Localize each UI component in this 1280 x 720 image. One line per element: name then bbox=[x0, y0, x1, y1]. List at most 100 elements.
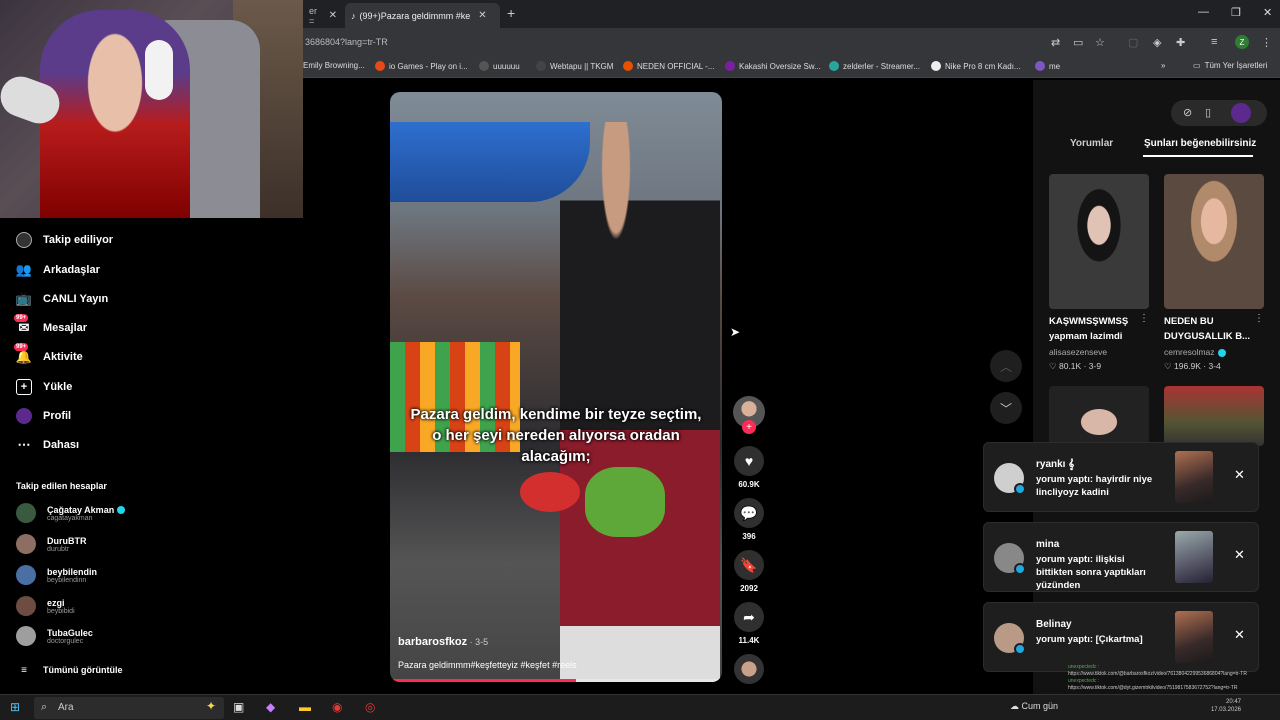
music-disc[interactable] bbox=[733, 654, 765, 684]
folder-icon: ▭ bbox=[1193, 61, 1201, 70]
bookmark-item[interactable]: uuuuuu bbox=[479, 61, 520, 71]
bookmark-item[interactable]: me bbox=[1035, 61, 1060, 71]
sidebar-item-friends[interactable]: 👥 Arkadaşlar bbox=[16, 262, 100, 278]
new-tab-button[interactable]: + bbox=[507, 5, 515, 21]
verified-icon bbox=[117, 506, 126, 515]
video-scene-person bbox=[560, 122, 720, 682]
suggested-video-thumbnail[interactable] bbox=[1049, 174, 1149, 309]
more-bookmarks-icon[interactable]: » bbox=[1161, 61, 1165, 70]
suggested-video-thumbnail[interactable] bbox=[1164, 386, 1264, 446]
cast-icon[interactable]: ▭ bbox=[1073, 36, 1083, 49]
heart-outline-icon: ♡ bbox=[1164, 361, 1174, 371]
account-item[interactable]: TubaGulec doctorgulec bbox=[16, 626, 93, 646]
account-item[interactable]: beybilendin beybilendinn bbox=[16, 565, 97, 585]
like-button[interactable]: ♥ 60.9K bbox=[733, 446, 765, 489]
bookmark-label: io Games - Play on i... bbox=[389, 61, 468, 71]
star-icon[interactable]: ☆ bbox=[1095, 36, 1105, 49]
menu-icon[interactable]: ⋮ bbox=[1261, 36, 1272, 49]
file-explorer-icon[interactable]: ▬ bbox=[299, 700, 311, 714]
suggested-video-user[interactable]: alisasezenseve bbox=[1049, 347, 1107, 357]
account-item[interactable]: ezgi beybibidi bbox=[16, 596, 75, 616]
share-button[interactable]: ➦ 11.4K bbox=[733, 602, 765, 645]
close-icon[interactable]: ✕ bbox=[1234, 547, 1245, 563]
sidebar-item-upload[interactable]: + Yükle bbox=[16, 379, 72, 395]
sidebar-item-activity[interactable]: 🔔 99+ Aktivite bbox=[14, 343, 83, 365]
bookmark-item[interactable]: Emily Browning... bbox=[303, 61, 365, 70]
shield-icon[interactable]: ◈ bbox=[1153, 36, 1161, 49]
compass-icon[interactable]: ⊘ bbox=[1183, 106, 1192, 119]
video-progress-bar[interactable] bbox=[390, 679, 722, 682]
sidebar-item-messages[interactable]: ✉ 99+ Mesajlar bbox=[14, 314, 87, 336]
see-all-link[interactable]: ≡ Tümünü görüntüle bbox=[16, 662, 122, 678]
bookmark-label: Nike Pro 8 cm Kadı... bbox=[945, 61, 1021, 71]
all-bookmarks-label: Tüm Yer İşaretleri bbox=[1204, 61, 1268, 70]
sidebar-item-following[interactable]: Takip ediliyor bbox=[16, 232, 113, 248]
avatar bbox=[16, 503, 36, 523]
tab-previous[interactable]: er = ✕ bbox=[303, 3, 343, 28]
previous-video-button[interactable]: ︿ bbox=[990, 350, 1022, 382]
comment-notification[interactable]: mina yorum yaptı: ilişkisi bittikten son… bbox=[983, 522, 1259, 592]
comment-notification[interactable]: Belinay yorum yaptı: [Çıkartma] ✕ bbox=[983, 602, 1259, 672]
suggested-video-title[interactable]: KAŞWMSŞWMSŞ yapmam lazimdi bbox=[1049, 314, 1149, 344]
sidebar-item-more[interactable]: ⋯ Dahası bbox=[16, 437, 80, 453]
close-icon[interactable]: ✕ bbox=[478, 10, 486, 21]
profile-avatar[interactable] bbox=[1231, 103, 1251, 123]
bookmark-item[interactable]: Webtapu || TKGM bbox=[536, 61, 613, 71]
chat-message: https://www.tiktok.com/@barbarosfkoz/vid… bbox=[1068, 671, 1247, 677]
bookmark-item[interactable]: Nike Pro 8 cm Kadı... bbox=[931, 61, 1021, 71]
task-view-icon[interactable]: ▣ bbox=[233, 700, 244, 714]
account-item[interactable]: Çağatay Akman cagatayakman bbox=[16, 503, 126, 523]
tab-active[interactable]: ♪ (99+)Pazara geldimmm #ke ✕ bbox=[345, 3, 500, 28]
windows-start-icon[interactable]: ⊞ bbox=[10, 700, 20, 714]
all-bookmarks[interactable]: ▭ Tüm Yer İşaretleri bbox=[1193, 61, 1267, 70]
share-count: 11.4K bbox=[738, 636, 760, 645]
sidebar-item-live[interactable]: 📺 CANLI Yayın bbox=[16, 291, 108, 307]
close-icon[interactable]: ✕ bbox=[1234, 627, 1245, 643]
taskbar-search[interactable]: ⌕ Ara ✦ bbox=[34, 697, 224, 719]
suggested-likes: 196.9K bbox=[1173, 361, 1201, 371]
follow-plus-icon[interactable]: + bbox=[742, 420, 756, 434]
url-field[interactable]: 3686804?lang=tr-TR bbox=[305, 37, 388, 47]
suggested-video-user[interactable]: cemresolmaz bbox=[1164, 347, 1226, 357]
obs-icon[interactable]: ◎ bbox=[365, 700, 375, 714]
next-video-button[interactable]: ﹀ bbox=[990, 392, 1022, 424]
avatar bbox=[16, 626, 36, 646]
suggested-video-title[interactable]: NEDEN BU DUYGUSALLIK B... bbox=[1164, 314, 1264, 344]
comment-notification[interactable]: ryankı 𝄞 yorum yaptı: hayirdir niye linc… bbox=[983, 442, 1259, 512]
suggested-video-thumbnail[interactable] bbox=[1164, 174, 1264, 309]
more-options-icon[interactable]: ⋮ bbox=[1139, 313, 1149, 324]
comment-button[interactable]: 💬 396 bbox=[733, 498, 765, 541]
mouse-cursor-icon: ➤ bbox=[730, 325, 741, 339]
suggested-video-thumbnail[interactable] bbox=[1049, 386, 1149, 446]
restore-icon[interactable]: ❐ bbox=[1231, 6, 1241, 19]
minimize-icon[interactable]: — bbox=[1198, 6, 1209, 18]
chrome-icon[interactable]: ◉ bbox=[332, 700, 342, 714]
profile-avatar[interactable]: Z bbox=[1235, 35, 1249, 49]
video-player[interactable]: Pazara geldim, kendime bir teyze seçtim,… bbox=[390, 92, 722, 682]
system-clock[interactable]: 20:47 17.03.2026 bbox=[1203, 698, 1241, 714]
bookmark-item[interactable]: zelderler - Streamer... bbox=[829, 61, 920, 71]
sidebar-item-profile[interactable]: Profil bbox=[16, 408, 71, 424]
more-options-icon[interactable]: ⋮ bbox=[1254, 313, 1264, 324]
weather-widget[interactable]: ☁ Cum gün bbox=[1010, 701, 1058, 712]
account-username: beybibidi bbox=[47, 607, 75, 615]
extensions-icon[interactable]: ✚ bbox=[1176, 36, 1185, 49]
translate-icon[interactable]: ⇄ bbox=[1051, 36, 1060, 49]
save-button[interactable]: 🔖 2092 bbox=[733, 550, 765, 593]
bookmark-item[interactable]: NEDEN OFFICIAL -... bbox=[623, 61, 715, 71]
bookmark-label: uuuuuu bbox=[493, 61, 520, 71]
clock-date: 17.03.2026 bbox=[1210, 707, 1241, 713]
close-icon[interactable]: ✕ bbox=[1234, 467, 1245, 483]
tab-comments[interactable]: Yorumlar bbox=[1070, 138, 1113, 149]
bookmark-item[interactable]: Kakashi Oversize Sw... bbox=[725, 61, 821, 71]
media-icon[interactable]: ≡ bbox=[1211, 36, 1217, 48]
phone-icon[interactable]: ▯ bbox=[1205, 106, 1211, 119]
sidebar: Takip ediliyor 👥 Arkadaşlar 📺 CANLI Yayın … bbox=[0, 218, 303, 694]
bookmark-item[interactable]: io Games - Play on i... bbox=[375, 61, 468, 71]
video-author[interactable]: barbarosfkoz · 3-5 bbox=[398, 636, 488, 648]
copilot-icon[interactable]: ◆ bbox=[266, 700, 275, 714]
account-item[interactable]: DuruBTR durubtr bbox=[16, 534, 87, 554]
close-icon[interactable]: ✕ bbox=[329, 10, 337, 21]
tab-you-may-like[interactable]: Şunları beğenebilirsiniz bbox=[1144, 138, 1256, 149]
close-window-icon[interactable]: ✕ bbox=[1263, 6, 1272, 19]
